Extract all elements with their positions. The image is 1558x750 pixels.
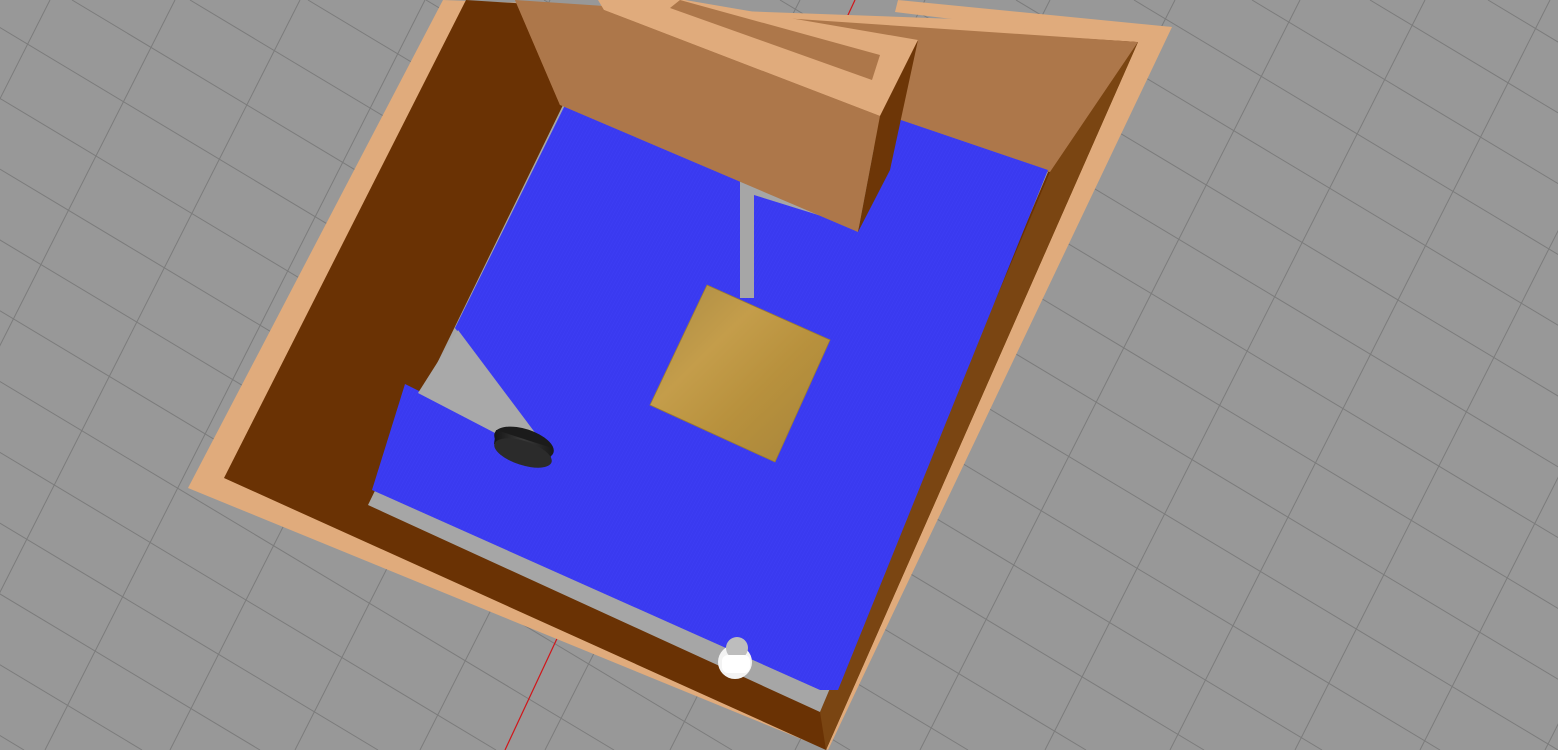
scene-canvas[interactable] <box>0 0 1558 750</box>
scan-shadow-corridor <box>740 180 754 298</box>
simulation-viewport[interactable] <box>0 0 1558 750</box>
